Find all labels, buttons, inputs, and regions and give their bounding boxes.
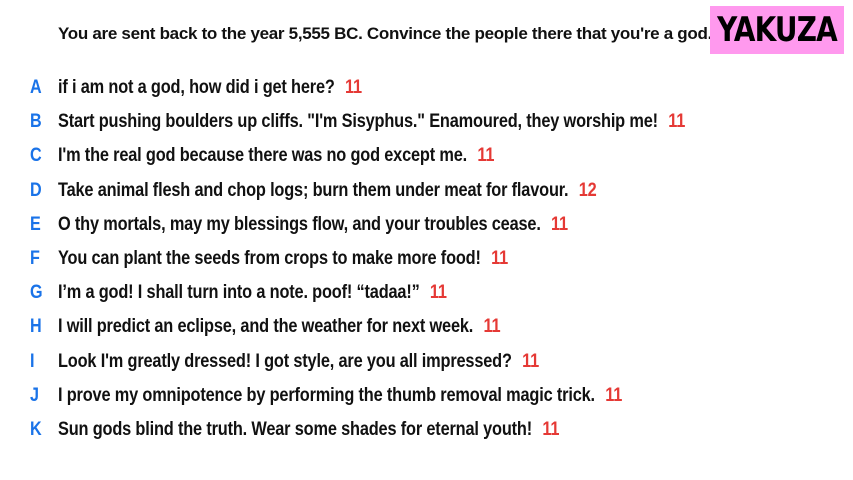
answer-row-f[interactable]: F You can plant the seeds from crops to … (0, 242, 853, 276)
answer-text: Start pushing boulders up cliffs. "I'm S… (58, 111, 658, 133)
answer-letter: G (30, 282, 43, 304)
answer-row-i[interactable]: I Look I'm greatly dressed! I got style,… (0, 345, 853, 379)
player-name: YAKUZA (717, 10, 838, 50)
answer-score: 11 (477, 145, 495, 167)
answer-list: A if i am not a god, how did i get here?… (0, 71, 853, 447)
answer-row-j[interactable]: J I prove my omnipotence by performing t… (0, 379, 853, 413)
answer-row-h[interactable]: H I will predict an eclipse, and the wea… (0, 310, 853, 344)
answer-text: O thy mortals, may my blessings flow, an… (58, 213, 541, 235)
answer-letter: F (30, 248, 40, 270)
answer-row-k[interactable]: K Sun gods blind the truth. Wear some sh… (0, 413, 853, 447)
answer-score: 11 (483, 316, 501, 338)
answer-row-a[interactable]: A if i am not a god, how did i get here?… (0, 71, 853, 105)
answer-letter: D (30, 179, 42, 201)
answer-text: Look I'm greatly dressed! I got style, a… (58, 350, 512, 372)
answer-letter: K (30, 418, 42, 440)
answer-score: 11 (345, 77, 362, 99)
answer-score: 12 (578, 179, 597, 201)
answer-text: I will predict an eclipse, and the weath… (58, 316, 474, 338)
answer-letter: J (30, 384, 39, 406)
answer-text: I prove my omnipotence by performing the… (58, 384, 595, 406)
answer-row-b[interactable]: B Start pushing boulders up cliffs. "I'm… (0, 105, 853, 139)
prompt-text: You are sent back to the year 5,555 BC. … (58, 24, 712, 43)
answer-score: 11 (522, 350, 540, 372)
answer-letter: I (30, 350, 35, 372)
answer-score: 11 (551, 213, 568, 235)
answer-text: I'm the real god because there was no go… (58, 145, 468, 167)
answer-score: 11 (668, 111, 686, 133)
answer-score: 11 (542, 418, 560, 440)
answer-row-c[interactable]: C I'm the real god because there was no … (0, 139, 853, 173)
answer-score: 11 (491, 248, 509, 270)
answer-letter: E (30, 213, 41, 235)
answer-row-d[interactable]: D Take animal flesh and chop logs; burn … (0, 174, 853, 208)
answer-letter: B (30, 111, 42, 133)
answer-score: 11 (429, 282, 447, 304)
answer-letter: C (30, 145, 42, 167)
answer-text: I’m a god! I shall turn into a note. poo… (58, 282, 420, 304)
answer-text: Take animal flesh and chop logs; burn th… (58, 179, 569, 201)
answer-letter: A (30, 77, 42, 99)
player-name-badge: YAKUZA (710, 6, 844, 54)
answer-text: Sun gods blind the truth. Wear some shad… (58, 418, 533, 440)
answer-row-e[interactable]: E O thy mortals, may my blessings flow, … (0, 208, 853, 242)
answer-row-g[interactable]: G I’m a god! I shall turn into a note. p… (0, 276, 853, 310)
answer-text: if i am not a god, how did i get here? (58, 77, 335, 99)
answer-letter: H (30, 316, 42, 338)
answer-score: 11 (605, 384, 623, 406)
answer-text: You can plant the seeds from crops to ma… (58, 248, 481, 270)
